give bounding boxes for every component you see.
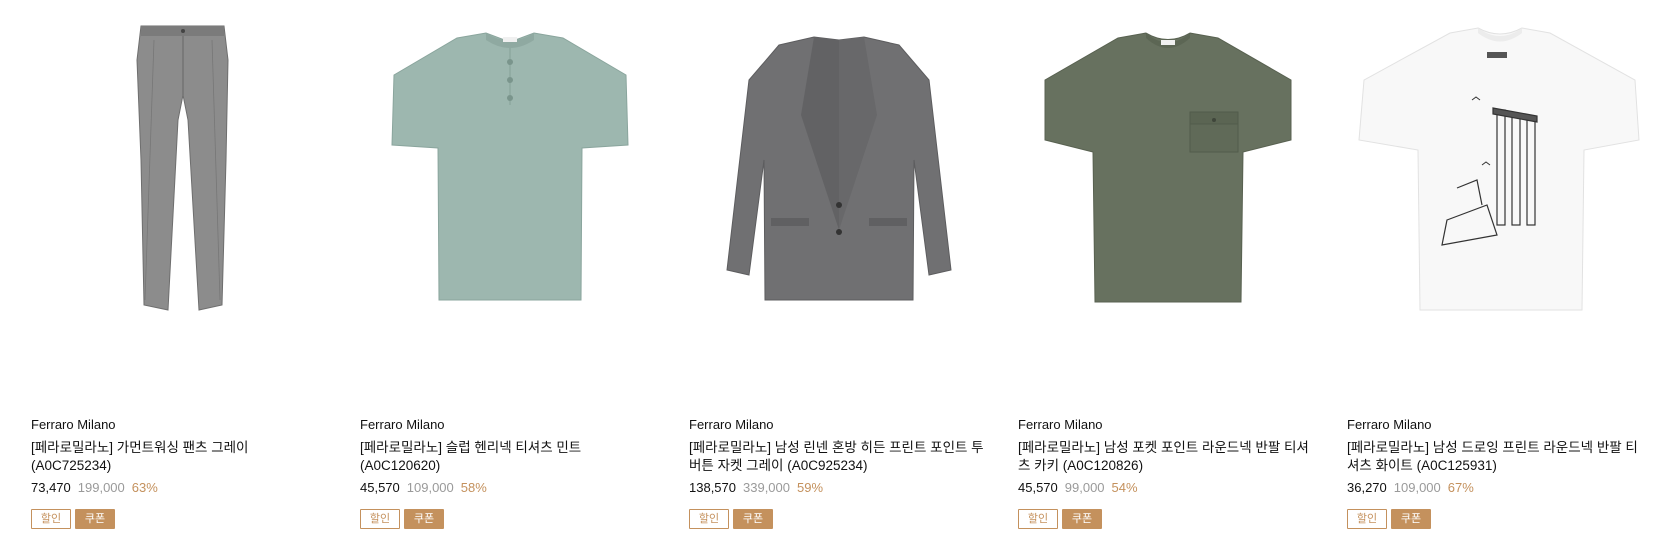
product-title[interactable]: [페라로밀라노] 남성 포켓 포인트 라운드넥 반팔 티셔츠 카키 (A0C12…: [1018, 439, 1318, 475]
original-price: 109,000: [406, 480, 454, 495]
brand-name: Ferraro Milano: [689, 417, 774, 432]
coupon-badge[interactable]: 쿠폰: [404, 509, 444, 529]
sale-price: 45,570: [1018, 480, 1058, 495]
product-image[interactable]: [31, 0, 331, 400]
coupon-badge[interactable]: 쿠폰: [1062, 509, 1102, 529]
product-card[interactable]: Ferraro Milano [페라로밀라노] 남성 포켓 포인트 라운드넥 반…: [1018, 0, 1318, 544]
brand-name: Ferraro Milano: [31, 417, 116, 432]
price-row: 36,270 109,000 67%: [1347, 479, 1647, 497]
brand-name: Ferraro Milano: [360, 417, 445, 432]
coupon-badge[interactable]: 쿠폰: [733, 509, 773, 529]
original-price: 339,000: [743, 480, 790, 495]
product-image[interactable]: [360, 0, 660, 400]
product-card[interactable]: Ferraro Milano [페라로밀라노] 남성 린넨 혼방 히든 프린트 …: [689, 0, 989, 544]
brand-name: Ferraro Milano: [1347, 417, 1432, 432]
henley-tshirt-image: [391, 32, 629, 301]
original-price: 109,000: [1393, 480, 1441, 495]
price-row: 73,470 199,000 63%: [31, 479, 331, 497]
price-row: 138,570 339,000 59%: [689, 479, 989, 497]
product-grid: Ferraro Milano [페라로밀라노] 가먼트워싱 팬츠 그레이 (A0…: [0, 0, 1675, 544]
discount-rate: 59%: [797, 480, 824, 495]
product-card[interactable]: Ferraro Milano [페라로밀라노] 남성 드로잉 프린트 라운드넥 …: [1347, 0, 1647, 544]
badge-row: 할인 쿠폰: [1018, 509, 1318, 529]
sale-price: 138,570: [689, 480, 736, 495]
pocket-tshirt-image: [1044, 32, 1292, 303]
product-image[interactable]: [689, 0, 989, 400]
product-card[interactable]: Ferraro Milano [페라로밀라노] 슬럽 헨리넥 티셔츠 민트 (A…: [360, 0, 660, 544]
product-card[interactable]: Ferraro Milano [페라로밀라노] 가먼트워싱 팬츠 그레이 (A0…: [31, 0, 331, 544]
badge-row: 할인 쿠폰: [360, 509, 660, 529]
badge-row: 할인 쿠폰: [31, 509, 331, 529]
jacket-image: [726, 36, 952, 301]
sale-badge: 할인: [1018, 509, 1058, 529]
discount-rate: 54%: [1111, 480, 1138, 495]
pants-image: [136, 25, 229, 311]
product-title[interactable]: [페라로밀라노] 남성 린넨 혼방 히든 프린트 포인트 투버튼 자켓 그레이 …: [689, 439, 989, 475]
sale-badge: 할인: [360, 509, 400, 529]
product-title[interactable]: [페라로밀라노] 남성 드로잉 프린트 라운드넥 반팔 티셔츠 화이트 (A0C…: [1347, 439, 1647, 475]
price-row: 45,570 109,000 58%: [360, 479, 660, 497]
sale-price: 45,570: [360, 480, 400, 495]
original-price: 199,000: [77, 480, 125, 495]
product-title[interactable]: [페라로밀라노] 가먼트워싱 팬츠 그레이 (A0C725234): [31, 439, 331, 475]
discount-rate: 63%: [131, 480, 158, 495]
brand-name: Ferraro Milano: [1018, 417, 1103, 432]
sale-badge: 할인: [1347, 509, 1387, 529]
badge-row: 할인 쿠폰: [1347, 509, 1647, 529]
product-title[interactable]: [페라로밀라노] 슬럽 헨리넥 티셔츠 민트 (A0C120620): [360, 439, 660, 475]
original-price: 99,000: [1064, 480, 1105, 495]
coupon-badge[interactable]: 쿠폰: [1391, 509, 1431, 529]
sale-badge: 할인: [689, 509, 729, 529]
product-image[interactable]: [1347, 0, 1647, 400]
print-tshirt-image: [1358, 27, 1640, 311]
discount-rate: 67%: [1447, 480, 1474, 495]
discount-rate: 58%: [460, 480, 487, 495]
coupon-badge[interactable]: 쿠폰: [75, 509, 115, 529]
badge-row: 할인 쿠폰: [689, 509, 989, 529]
sale-badge: 할인: [31, 509, 71, 529]
price-row: 45,570 99,000 54%: [1018, 479, 1318, 497]
sale-price: 73,470: [31, 480, 71, 495]
product-image[interactable]: [1018, 0, 1318, 400]
sale-price: 36,270: [1347, 480, 1387, 495]
